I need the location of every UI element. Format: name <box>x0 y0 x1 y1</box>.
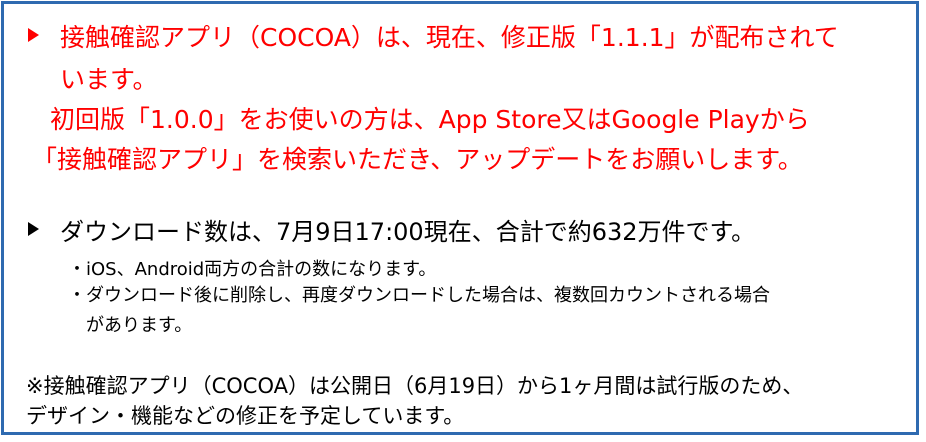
announcement-box: 接触確認アプリ（COCOA）は、現在、修正版「1.1.1」が配布されて います。… <box>1 1 919 435</box>
trial-version-note-line-2: デザイン・機能などの修正を予定しています。 <box>26 404 465 428</box>
update-notice-line-2: います。 <box>60 65 158 94</box>
update-notice-line-3: 初回版「1.0.0」をお使いの方は、App Store又はGoogle Play… <box>50 105 810 134</box>
download-count-heading: ダウンロード数は、7月9日17:00現在、合計で約632万件です。 <box>60 218 756 246</box>
download-note-2-line-2: があります。 <box>86 315 193 336</box>
update-notice-line-1: 接触確認アプリ（COCOA）は、現在、修正版「1.1.1」が配布されて <box>60 23 839 52</box>
update-notice-line-4: 「接触確認アプリ」を検索いただき、アップデートをお願いします。 <box>32 145 803 174</box>
download-note-2-line-1: ・ダウンロード後に削除し、再度ダウンロードした場合は、複数回カウントされる場合 <box>68 285 770 306</box>
download-note-1: ・iOS、Android両方の合計の数になります。 <box>68 259 437 280</box>
bullet-triangle-icon <box>28 28 39 42</box>
bullet-triangle-icon <box>28 222 39 236</box>
trial-version-note-line-1: ※接触確認アプリ（COCOA）は公開日（6月19日）から1ヶ月間は試行版のため、 <box>26 374 804 398</box>
